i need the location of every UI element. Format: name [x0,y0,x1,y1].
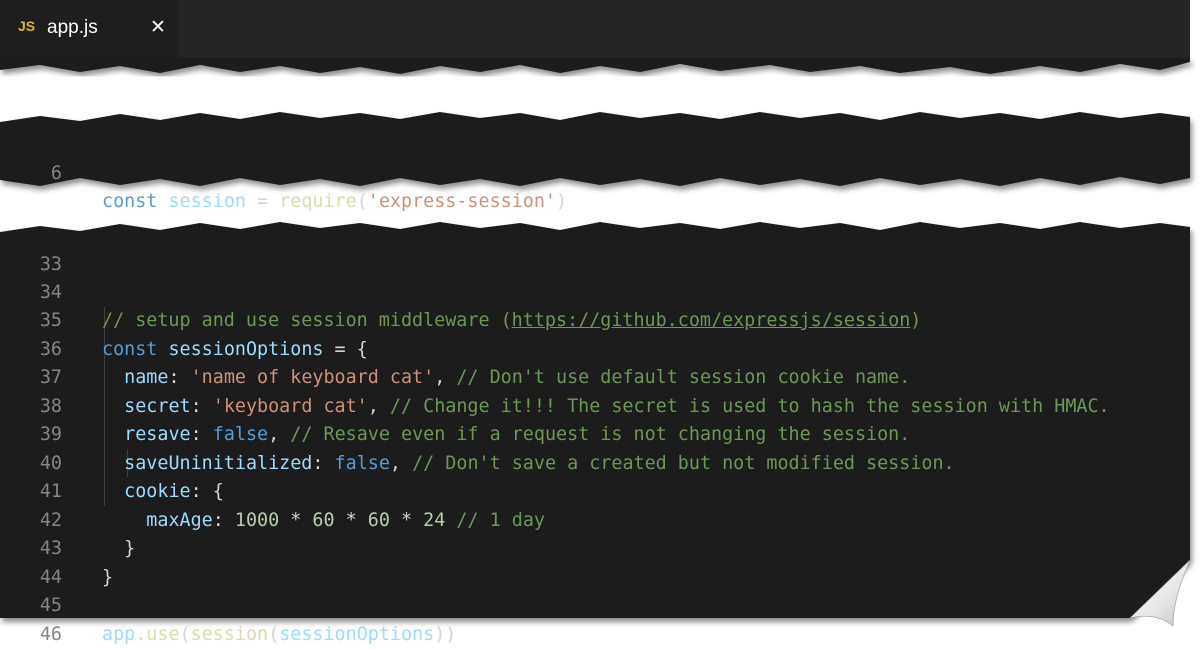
method-name: use [146,624,179,645]
identifier: session [168,191,246,212]
string-literal: 'keyboard cat' [213,396,368,417]
code-line-41: 41 maxAge: 1000 * 60 * 60 * 24 // 1 day [0,450,22,479]
comment: // Don't use default session cookie name… [456,367,910,388]
code-line-33: 33 [0,222,22,251]
number-literal: 60 [312,510,334,531]
property-key: cookie [124,481,190,502]
property-key: saveUninitialized [124,453,312,474]
operator: = { [323,339,367,360]
code-line-39: 39 saveUninitialized: false, // Don't sa… [0,393,22,422]
identifier: app [102,624,135,645]
code-line-40: 40 cookie: { [0,421,22,450]
number-literal: 1000 [235,510,279,531]
identifier: sessionOptions [279,624,434,645]
code-line-44: 44 [0,535,22,564]
code-line-43: 43 } [0,507,22,536]
line-number: 46 [0,621,62,649]
boolean-literal: false [335,453,390,474]
comment: // setup and use session middleware ( [102,310,512,331]
string-literal: 'name of keyboard cat' [191,367,435,388]
number-literal: 24 [423,510,445,531]
keyword: const [102,339,157,360]
keyword: const [102,191,157,212]
function-name: session [191,624,269,645]
code-line-45: 45 app.use(session(sessionOptions)) [0,564,22,593]
code-line-6: 6 const session = require('express-sessi… [0,131,22,160]
string-literal: 'express-session' [368,191,556,212]
comment: // Don't save a created but not modified… [412,453,955,474]
torn-strip-top [0,58,1190,74]
comment-link[interactable]: https://github.com/expressjs/session [512,310,911,331]
torn-strip-middle [0,112,1190,186]
code-line-46: 46 [0,592,22,621]
brace: } [102,567,113,588]
brace: } [124,538,135,559]
identifier: sessionOptions [168,339,323,360]
line-number: 6 [0,160,62,189]
code-line-34: 34 // setup and use session middleware (… [0,250,22,279]
function-name: require [279,191,357,212]
comment: ) [910,310,921,331]
property-key: name [124,367,168,388]
code-line-35: 35 const sessionOptions = { [0,279,22,308]
comment: // 1 day [456,510,545,531]
property-key: resave [124,424,190,445]
operator: : { [191,481,224,502]
code-line-36: 36 name: 'name of keyboard cat', // Don'… [0,307,22,336]
code-line-42: 42 } [0,478,22,507]
code-line-37: 37 secret: 'keyboard cat', // Change it!… [0,336,22,365]
comment: // Change it!!! The secret is used to ha… [390,396,1110,417]
page-curl-corner [1127,556,1203,630]
operator: = [246,191,279,212]
comment: // Resave even if a request is not chang… [290,424,910,445]
property-key: maxAge [146,510,212,531]
number-literal: 60 [368,510,390,531]
boolean-literal: false [213,424,268,445]
property-key: secret [124,396,190,417]
code-line-38: 38 resave: false, // Resave even if a re… [0,364,22,393]
